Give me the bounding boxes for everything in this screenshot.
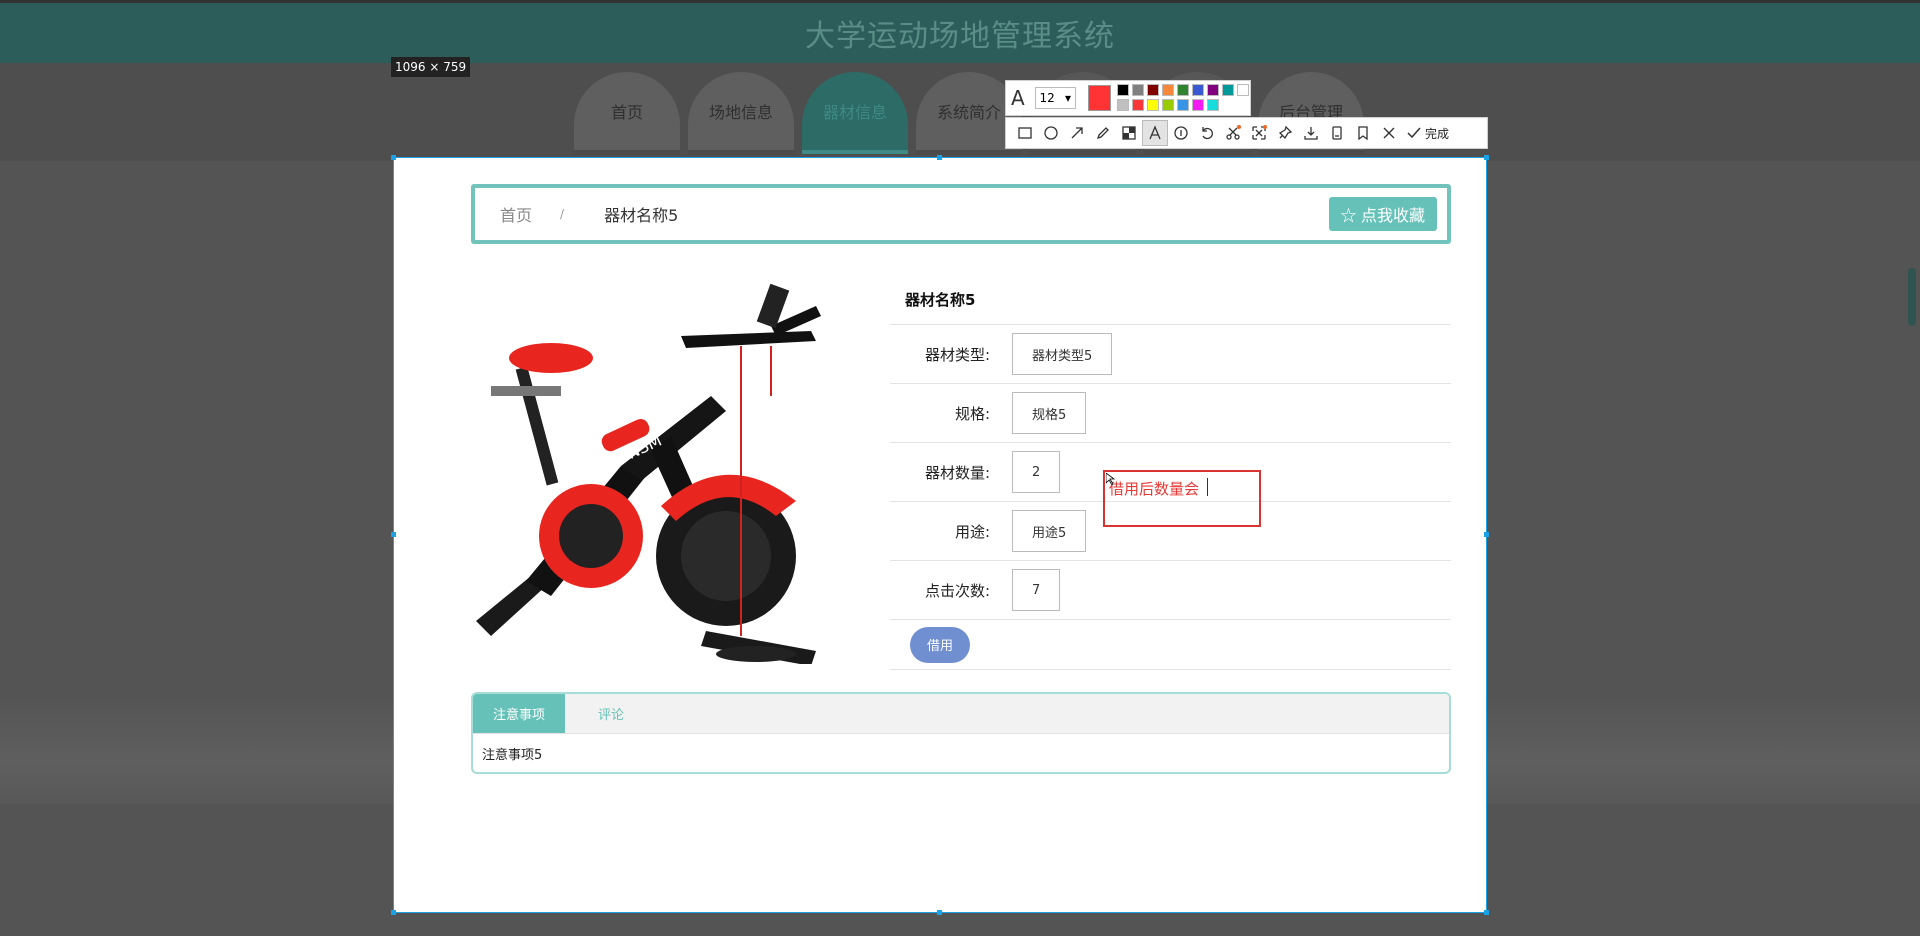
nav-item-home[interactable]: 首页	[574, 72, 680, 154]
ocr-icon[interactable]	[1220, 120, 1246, 146]
undo-icon[interactable]	[1194, 120, 1220, 146]
borrow-row: 借用	[890, 620, 1451, 670]
nav-item-venues[interactable]: 场地信息	[688, 72, 794, 154]
color-swatch[interactable]	[1132, 84, 1144, 96]
resize-handle-e[interactable]	[1484, 532, 1489, 537]
resize-handle-se[interactable]	[1484, 910, 1489, 915]
resize-handle-n[interactable]	[937, 155, 942, 160]
color-swatch[interactable]	[1147, 84, 1159, 96]
resize-handle-nw[interactable]	[391, 155, 396, 160]
resize-handle-w[interactable]	[391, 532, 396, 537]
breadcrumb-separator: /	[560, 207, 565, 221]
field-label: 用途:	[954, 522, 990, 541]
bookmark-icon[interactable]	[1350, 120, 1376, 146]
page-bottom-area	[394, 798, 1486, 912]
tab-comments[interactable]: 评论	[565, 694, 657, 733]
pin-icon[interactable]	[1246, 120, 1272, 146]
font-size-value: 12	[1039, 91, 1055, 105]
field-value: 2	[1012, 451, 1061, 493]
resize-handle-s[interactable]	[937, 910, 942, 915]
color-swatch[interactable]	[1192, 84, 1204, 96]
screenshot-toolbar: 完成	[1005, 117, 1488, 149]
color-swatch[interactable]	[1162, 84, 1174, 96]
long-screenshot-icon[interactable]	[1324, 120, 1350, 146]
resize-handle-sw[interactable]	[391, 910, 396, 915]
field-label: 器材数量:	[924, 463, 990, 482]
product-title: 器材名称5	[890, 274, 1451, 325]
mouse-cursor-icon	[1106, 473, 1116, 485]
site-header: 大学运动场地管理系统	[0, 0, 1920, 63]
breadcrumb-current: 器材名称5	[604, 206, 679, 225]
chevron-down-icon: ▾	[1064, 91, 1071, 105]
color-swatch[interactable]	[1132, 99, 1144, 111]
color-swatch[interactable]	[1117, 99, 1129, 111]
field-row-clicks: 点击次数: 7	[890, 561, 1451, 620]
field-row-spec: 规格: 规格5	[890, 384, 1451, 443]
color-palette	[1117, 84, 1250, 112]
pencil-icon[interactable]	[1090, 120, 1116, 146]
field-value: 规格5	[1012, 392, 1087, 434]
checkmark-icon	[1407, 127, 1421, 139]
serial-number-icon[interactable]	[1168, 120, 1194, 146]
favorite-button[interactable]: ☆ 点我收藏	[1328, 197, 1437, 231]
text-icon[interactable]	[1142, 120, 1168, 146]
tabs-panel: 注意事项 评论 注意事项5	[471, 692, 1451, 774]
tab-content: 注意事项5	[482, 748, 543, 763]
field-label: 器材类型:	[924, 345, 990, 364]
nav-item-equipment[interactable]: 器材信息	[802, 72, 908, 154]
annotation-text[interactable]: 借用后数量会	[1109, 478, 1199, 499]
text-style-toolbar: A 12 ▾	[1005, 80, 1251, 116]
field-label: 规格:	[954, 404, 990, 423]
color-swatch[interactable]	[1177, 99, 1189, 111]
color-swatch[interactable]	[1207, 84, 1219, 96]
text-caret	[1207, 478, 1208, 496]
color-swatch[interactable]	[1222, 84, 1234, 96]
borrow-button[interactable]: 借用	[910, 626, 970, 663]
capture-selection[interactable]: 首页 / 器材名称5 ☆ 点我收藏 WNSM 器材名称5 器材类型: 器材类型5…	[393, 157, 1487, 913]
page-scrollbar-thumb[interactable]	[1908, 268, 1916, 326]
field-value: 器材类型5	[1012, 333, 1113, 375]
resize-handle-ne[interactable]	[1484, 155, 1489, 160]
breadcrumb: 首页 / 器材名称5 ☆ 点我收藏	[471, 184, 1451, 244]
tabs-header: 注意事项 评论	[473, 694, 1449, 734]
mosaic-icon[interactable]	[1116, 120, 1142, 146]
product-image: WNSM	[471, 276, 841, 666]
rectangle-icon[interactable]	[1012, 120, 1038, 146]
done-label: 完成	[1425, 126, 1450, 141]
close-icon[interactable]	[1376, 120, 1402, 146]
breadcrumb-home[interactable]: 首页	[500, 202, 532, 226]
color-swatch[interactable]	[1147, 99, 1159, 111]
color-swatch[interactable]	[1117, 84, 1129, 96]
tab-notes[interactable]: 注意事项	[473, 694, 565, 733]
color-swatch[interactable]	[1192, 99, 1204, 111]
color-swatch[interactable]	[1207, 99, 1219, 111]
capture-size-label: 1096 × 759	[391, 57, 471, 77]
color-swatch[interactable]	[1177, 84, 1189, 96]
arrow-icon[interactable]	[1064, 120, 1090, 146]
translate-icon[interactable]	[1272, 120, 1298, 146]
exercise-bike-illustration: WNSM	[476, 283, 821, 666]
color-swatch[interactable]	[1237, 84, 1249, 96]
field-value: 7	[1012, 569, 1061, 611]
download-icon[interactable]	[1298, 120, 1324, 146]
current-color-swatch[interactable]	[1088, 85, 1111, 111]
field-value: 用途5	[1012, 510, 1087, 552]
font-size-select[interactable]: 12 ▾	[1034, 87, 1076, 109]
ellipse-icon[interactable]	[1038, 120, 1064, 146]
field-label: 点击次数:	[924, 581, 990, 600]
color-swatch[interactable]	[1162, 99, 1174, 111]
font-icon: A	[1011, 86, 1025, 110]
field-row-type: 器材类型: 器材类型5	[890, 325, 1451, 384]
done-button[interactable]: 完成	[1406, 125, 1449, 142]
site-title: 大学运动场地管理系统	[805, 19, 1115, 54]
